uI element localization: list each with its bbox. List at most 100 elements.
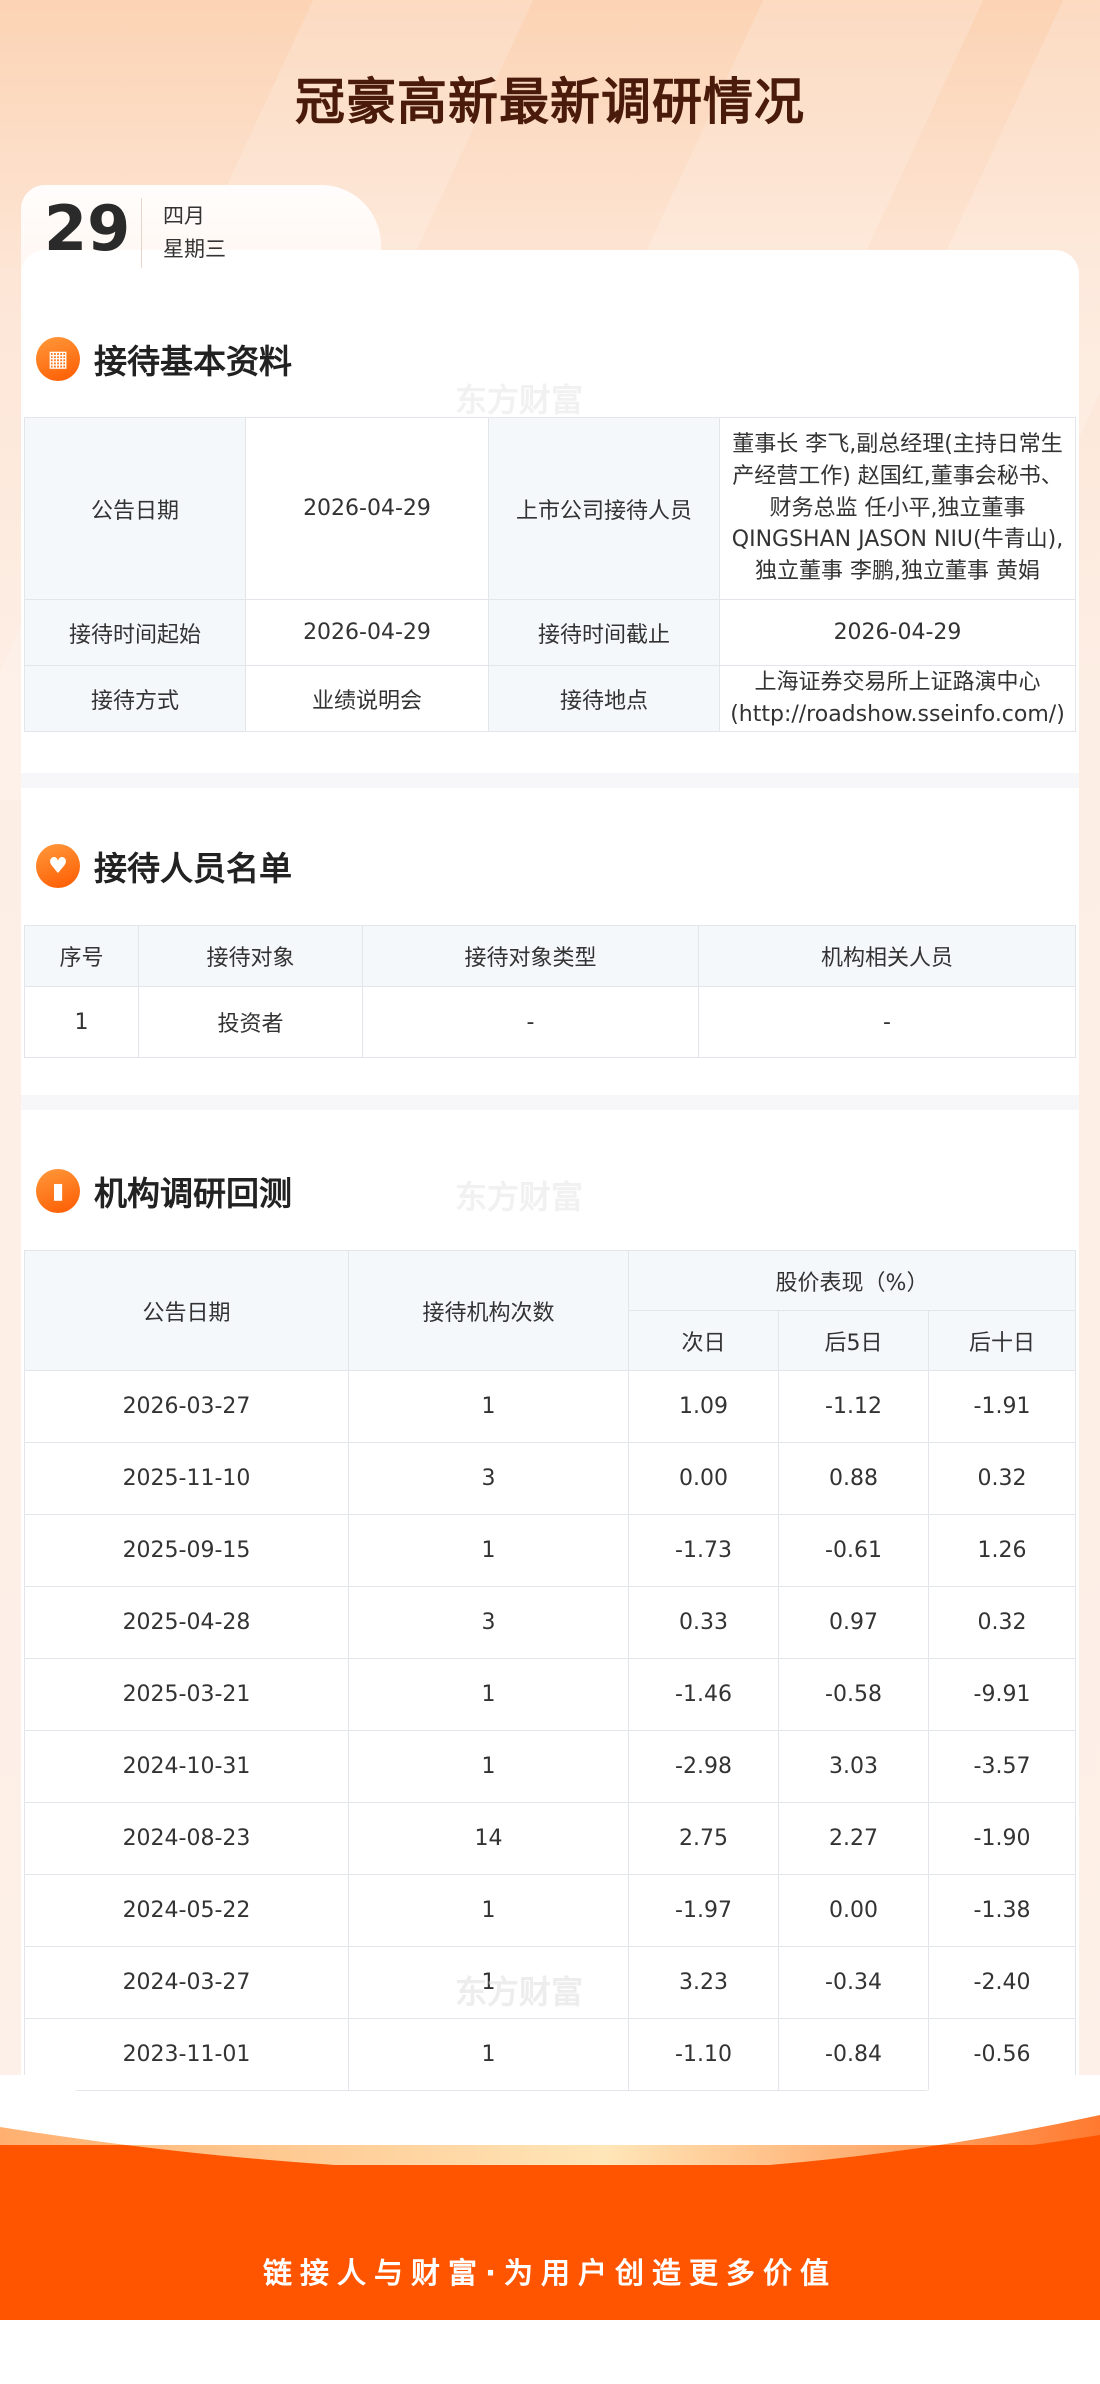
- table-cell: -1.97: [628, 1874, 779, 1947]
- table-cell: 2.27: [778, 1802, 929, 1875]
- table-row: 公告日期 2026-04-29 上市公司接待人员 董事长 李飞,副总经理(主持日常生产…: [24, 417, 1076, 600]
- table-cell: 0.00: [778, 1874, 929, 1947]
- table-cell: 接待对象: [138, 925, 363, 987]
- table-cell: 2024-03-27: [24, 1946, 349, 2019]
- table-cell: -1.38: [927, 1874, 1077, 1947]
- table-cell: -: [698, 986, 1076, 1058]
- table-cell: -0.58: [778, 1658, 929, 1731]
- table-cell: 0.32: [927, 1586, 1077, 1659]
- date-day: 29: [44, 192, 131, 265]
- watermark: 东方财富: [455, 1973, 584, 2011]
- table-cell: 1: [348, 1730, 629, 1803]
- table-row: 2025-03-21 1 -1.46 -0.58 -9.91: [24, 1658, 1077, 1731]
- table-row: 2025-09-15 1 -1.73 -0.61 1.26: [24, 1514, 1077, 1587]
- table-cell: 2025-09-15: [24, 1514, 349, 1587]
- table-cell: 投资者: [138, 986, 363, 1058]
- table-cell: 接待方式: [24, 665, 246, 732]
- table-cell: 接待时间起始: [24, 599, 246, 666]
- table-cell: 2026-04-29: [245, 417, 489, 600]
- table-row: 1 投资者 - -: [24, 986, 1076, 1058]
- table-header-row: 公告日期 接待机构次数 股价表现（%）: [24, 1250, 1077, 1371]
- table-row: 2024-05-22 1 -1.97 0.00 -1.38: [24, 1874, 1077, 1947]
- table-cell: -1.91: [927, 1370, 1077, 1443]
- footer-slogan: 链接人与财富·为用户创造更多价值: [262, 2256, 838, 2290]
- table-cell: -1.90: [927, 1802, 1077, 1875]
- table-cell: 后5日: [778, 1310, 929, 1371]
- table-cell: 接待对象类型: [362, 925, 699, 987]
- table-cell: 后十日: [927, 1310, 1077, 1371]
- table-cell: 3.03: [778, 1730, 929, 1803]
- table-cell: 14: [348, 1802, 629, 1875]
- table-cell: 1: [348, 1514, 629, 1587]
- table-cell: 2.75: [628, 1802, 779, 1875]
- handshake-icon: ♥: [36, 844, 80, 888]
- table-cell: -1.46: [628, 1658, 779, 1731]
- table-row: 2024-10-31 1 -2.98 3.03 -3.57: [24, 1730, 1077, 1803]
- reception-list-table: 序号 接待对象 接待对象类型 机构相关人员 1 投资者 - -: [24, 925, 1076, 1058]
- table-cell: 2025-11-10: [24, 1442, 349, 1515]
- section-title: 接待人员名单: [94, 849, 292, 888]
- table-cell: 接待时间截止: [488, 599, 720, 666]
- table-cell: -2.98: [628, 1730, 779, 1803]
- bar-chart-icon: ▮: [36, 1169, 80, 1213]
- table-cell: 业绩说明会: [245, 665, 489, 732]
- table-cell: 3.23: [628, 1946, 779, 2019]
- table-cell: -0.34: [778, 1946, 929, 2019]
- table-cell: 2026-04-29: [719, 599, 1076, 666]
- table-cell: 0.97: [778, 1586, 929, 1659]
- table-cell: 序号: [24, 925, 139, 987]
- divider: [21, 1095, 1079, 1110]
- footer: [0, 2075, 1100, 2320]
- table-row: 2025-04-28 3 0.33 0.97 0.32: [24, 1586, 1077, 1659]
- table-cell: 0.88: [778, 1442, 929, 1515]
- table-row: 2026-03-27 1 1.09 -1.12 -1.91: [24, 1370, 1077, 1443]
- table-cell: 0.00: [628, 1442, 779, 1515]
- section-basic-info-header: ▦ 接待基本资料: [36, 335, 292, 383]
- table-cell: -2.40: [927, 1946, 1077, 2019]
- table-cell: 上市公司接待人员: [488, 417, 720, 600]
- section-title: 接待基本资料: [94, 342, 292, 381]
- table-header-row: 序号 接待对象 接待对象类型 机构相关人员: [24, 925, 1076, 987]
- basic-info-table: 公告日期 2026-04-29 上市公司接待人员 董事长 李飞,副总经理(主持日常生产…: [24, 417, 1076, 732]
- table-cell: 公告日期: [24, 417, 246, 600]
- table-cell: 董事长 李飞,副总经理(主持日常生产经营工作) 赵国红,董事会秘书、财务总监 任…: [719, 417, 1076, 600]
- table-cell: 1: [348, 1658, 629, 1731]
- table-cell: -0.61: [778, 1514, 929, 1587]
- table-cell: 2025-03-21: [24, 1658, 349, 1731]
- section-title: 机构调研回测: [94, 1174, 292, 1213]
- divider: [141, 198, 142, 268]
- page-title: 冠豪高新最新调研情况: [295, 73, 805, 131]
- table-cell: -3.57: [927, 1730, 1077, 1803]
- table-cell: 2024-05-22: [24, 1874, 349, 1947]
- table-cell: 接待地点: [488, 665, 720, 732]
- date-month: 四月: [163, 204, 205, 228]
- table-cell: 机构相关人员: [698, 925, 1076, 987]
- section-reception-list-header: ♥ 接待人员名单: [36, 842, 292, 890]
- watermark: 东方财富: [455, 381, 584, 419]
- divider: [21, 773, 1079, 788]
- table-cell: 上海证券交易所上证路演中心(http://roadshow.sseinfo.co…: [719, 665, 1076, 732]
- table-cell: 次日: [628, 1310, 779, 1371]
- table-cell: 1.09: [628, 1370, 779, 1443]
- table-cell: 公告日期: [24, 1250, 349, 1371]
- table-cell: 3: [348, 1442, 629, 1515]
- table-row: 接待方式 业绩说明会 接待地点 上海证券交易所上证路演中心(http://roadsh…: [24, 665, 1076, 732]
- table-cell: 2024-08-23: [24, 1802, 349, 1875]
- table-cell: 2026-04-29: [245, 599, 489, 666]
- grid-icon: ▦: [36, 337, 80, 381]
- table-cell: -1.73: [628, 1514, 779, 1587]
- table-cell: 2026-03-27: [24, 1370, 349, 1443]
- table-row: 2025-11-10 3 0.00 0.88 0.32: [24, 1442, 1077, 1515]
- table-cell: 0.32: [927, 1442, 1077, 1515]
- date-weekday: 星期三: [163, 237, 226, 261]
- footer-wave: [0, 2075, 1100, 2165]
- table-cell: 2025-04-28: [24, 1586, 349, 1659]
- section-backtest-header: ▮ 机构调研回测: [36, 1167, 292, 1215]
- table-cell: 1.26: [927, 1514, 1077, 1587]
- table-cell: 2024-10-31: [24, 1730, 349, 1803]
- table-cell: -9.91: [927, 1658, 1077, 1731]
- table-cell: -: [362, 986, 699, 1058]
- table-cell: -1.12: [778, 1370, 929, 1443]
- watermark: 东方财富: [455, 1178, 584, 1216]
- table-cell: 1: [24, 986, 139, 1058]
